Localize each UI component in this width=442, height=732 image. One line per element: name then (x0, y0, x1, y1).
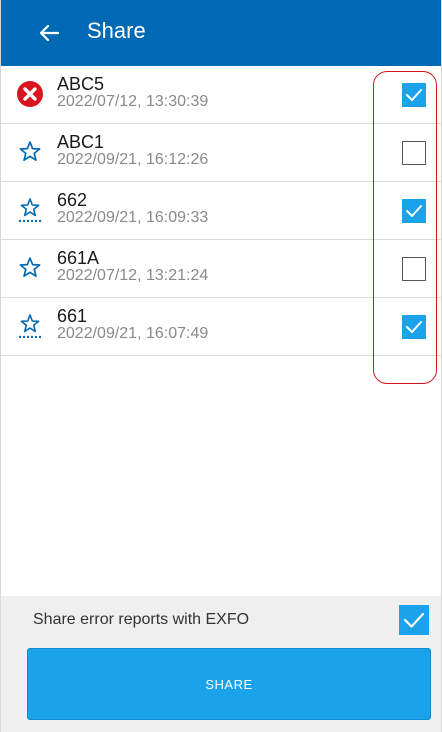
file-list: ABC5 2022/07/12, 13:30:39 ABC1 2022/09/2… (1, 66, 441, 356)
file-checkbox[interactable] (402, 199, 426, 223)
page-title: Share (87, 18, 146, 43)
error-icon (17, 81, 43, 107)
file-name: ABC1 (57, 132, 105, 152)
checkmark-icon (406, 205, 422, 217)
file-checkbox[interactable] (402, 141, 426, 165)
star-dotted-icon (18, 198, 42, 223)
file-checkbox[interactable] (402, 315, 426, 339)
file-checkbox[interactable] (402, 257, 426, 281)
file-date: 2022/07/12, 13:30:39 (57, 93, 209, 110)
file-date: 2022/09/21, 16:07:49 (57, 325, 209, 342)
arrow-left-icon (39, 24, 60, 42)
checkmark-icon (406, 89, 422, 101)
file-name: ABC5 (57, 74, 105, 94)
file-row[interactable]: ABC1 2022/09/21, 16:12:26 (1, 124, 441, 182)
share-error-reports-checkbox[interactable] (399, 605, 429, 635)
file-row[interactable]: 662 2022/09/21, 16:09:33 (1, 182, 441, 240)
star-icon (19, 257, 41, 278)
share-button[interactable]: SHARE (27, 648, 431, 720)
file-name: 661 (57, 306, 88, 326)
footer: Share error reports with EXFO SHARE (1, 596, 441, 732)
share-error-reports-label: Share error reports with EXFO (33, 611, 250, 628)
file-name: 662 (57, 190, 88, 210)
file-name: 661A (57, 248, 100, 268)
file-date: 2022/09/21, 16:09:33 (57, 209, 209, 226)
back-button[interactable] (29, 13, 69, 53)
checkmark-icon (403, 612, 425, 628)
star-icon (19, 141, 41, 162)
share-screen: Share ABC5 2022/07/12, 13:30:39 ABC1 202… (0, 0, 442, 732)
file-date: 2022/07/12, 13:21:24 (57, 267, 209, 284)
file-row[interactable]: 661 2022/09/21, 16:07:49 (1, 298, 441, 356)
file-row[interactable]: ABC5 2022/07/12, 13:30:39 (1, 66, 441, 124)
checkmark-icon (406, 321, 422, 333)
file-date: 2022/09/21, 16:12:26 (57, 151, 209, 168)
file-checkbox[interactable] (402, 83, 426, 107)
file-row[interactable]: 661A 2022/07/12, 13:21:24 (1, 240, 441, 298)
star-dotted-icon (18, 314, 42, 339)
app-bar: Share (1, 0, 441, 66)
